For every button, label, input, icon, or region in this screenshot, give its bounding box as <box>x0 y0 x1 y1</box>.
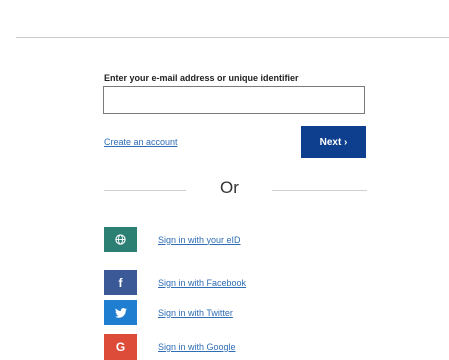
email-field[interactable] <box>103 86 365 114</box>
signin-eid-label[interactable]: Sign in with your eID <box>158 235 241 245</box>
facebook-glyph: f <box>118 275 123 290</box>
facebook-icon: f <box>104 270 137 295</box>
header-divider <box>16 37 449 38</box>
signin-eid-option[interactable]: Sign in with your eID <box>104 227 241 252</box>
signin-facebook-label[interactable]: Sign in with Facebook <box>158 278 246 288</box>
signin-google-option[interactable]: G Sign in with Google <box>104 334 236 360</box>
or-divider-left <box>104 190 186 191</box>
or-divider-text: Or <box>220 178 239 197</box>
signin-google-label[interactable]: Sign in with Google <box>158 342 236 352</box>
next-button[interactable]: Next › <box>301 126 366 158</box>
or-divider-right <box>272 190 367 191</box>
google-icon: G <box>104 334 137 360</box>
globe-icon <box>104 227 137 252</box>
create-account-link[interactable]: Create an account <box>104 137 178 147</box>
signin-twitter-option[interactable]: Sign in with Twitter <box>104 300 233 325</box>
google-glyph: G <box>115 340 126 354</box>
signin-twitter-label[interactable]: Sign in with Twitter <box>158 308 233 318</box>
email-field-label: Enter your e-mail address or unique iden… <box>104 73 299 83</box>
signin-facebook-option[interactable]: f Sign in with Facebook <box>104 270 246 295</box>
twitter-icon <box>104 300 137 325</box>
